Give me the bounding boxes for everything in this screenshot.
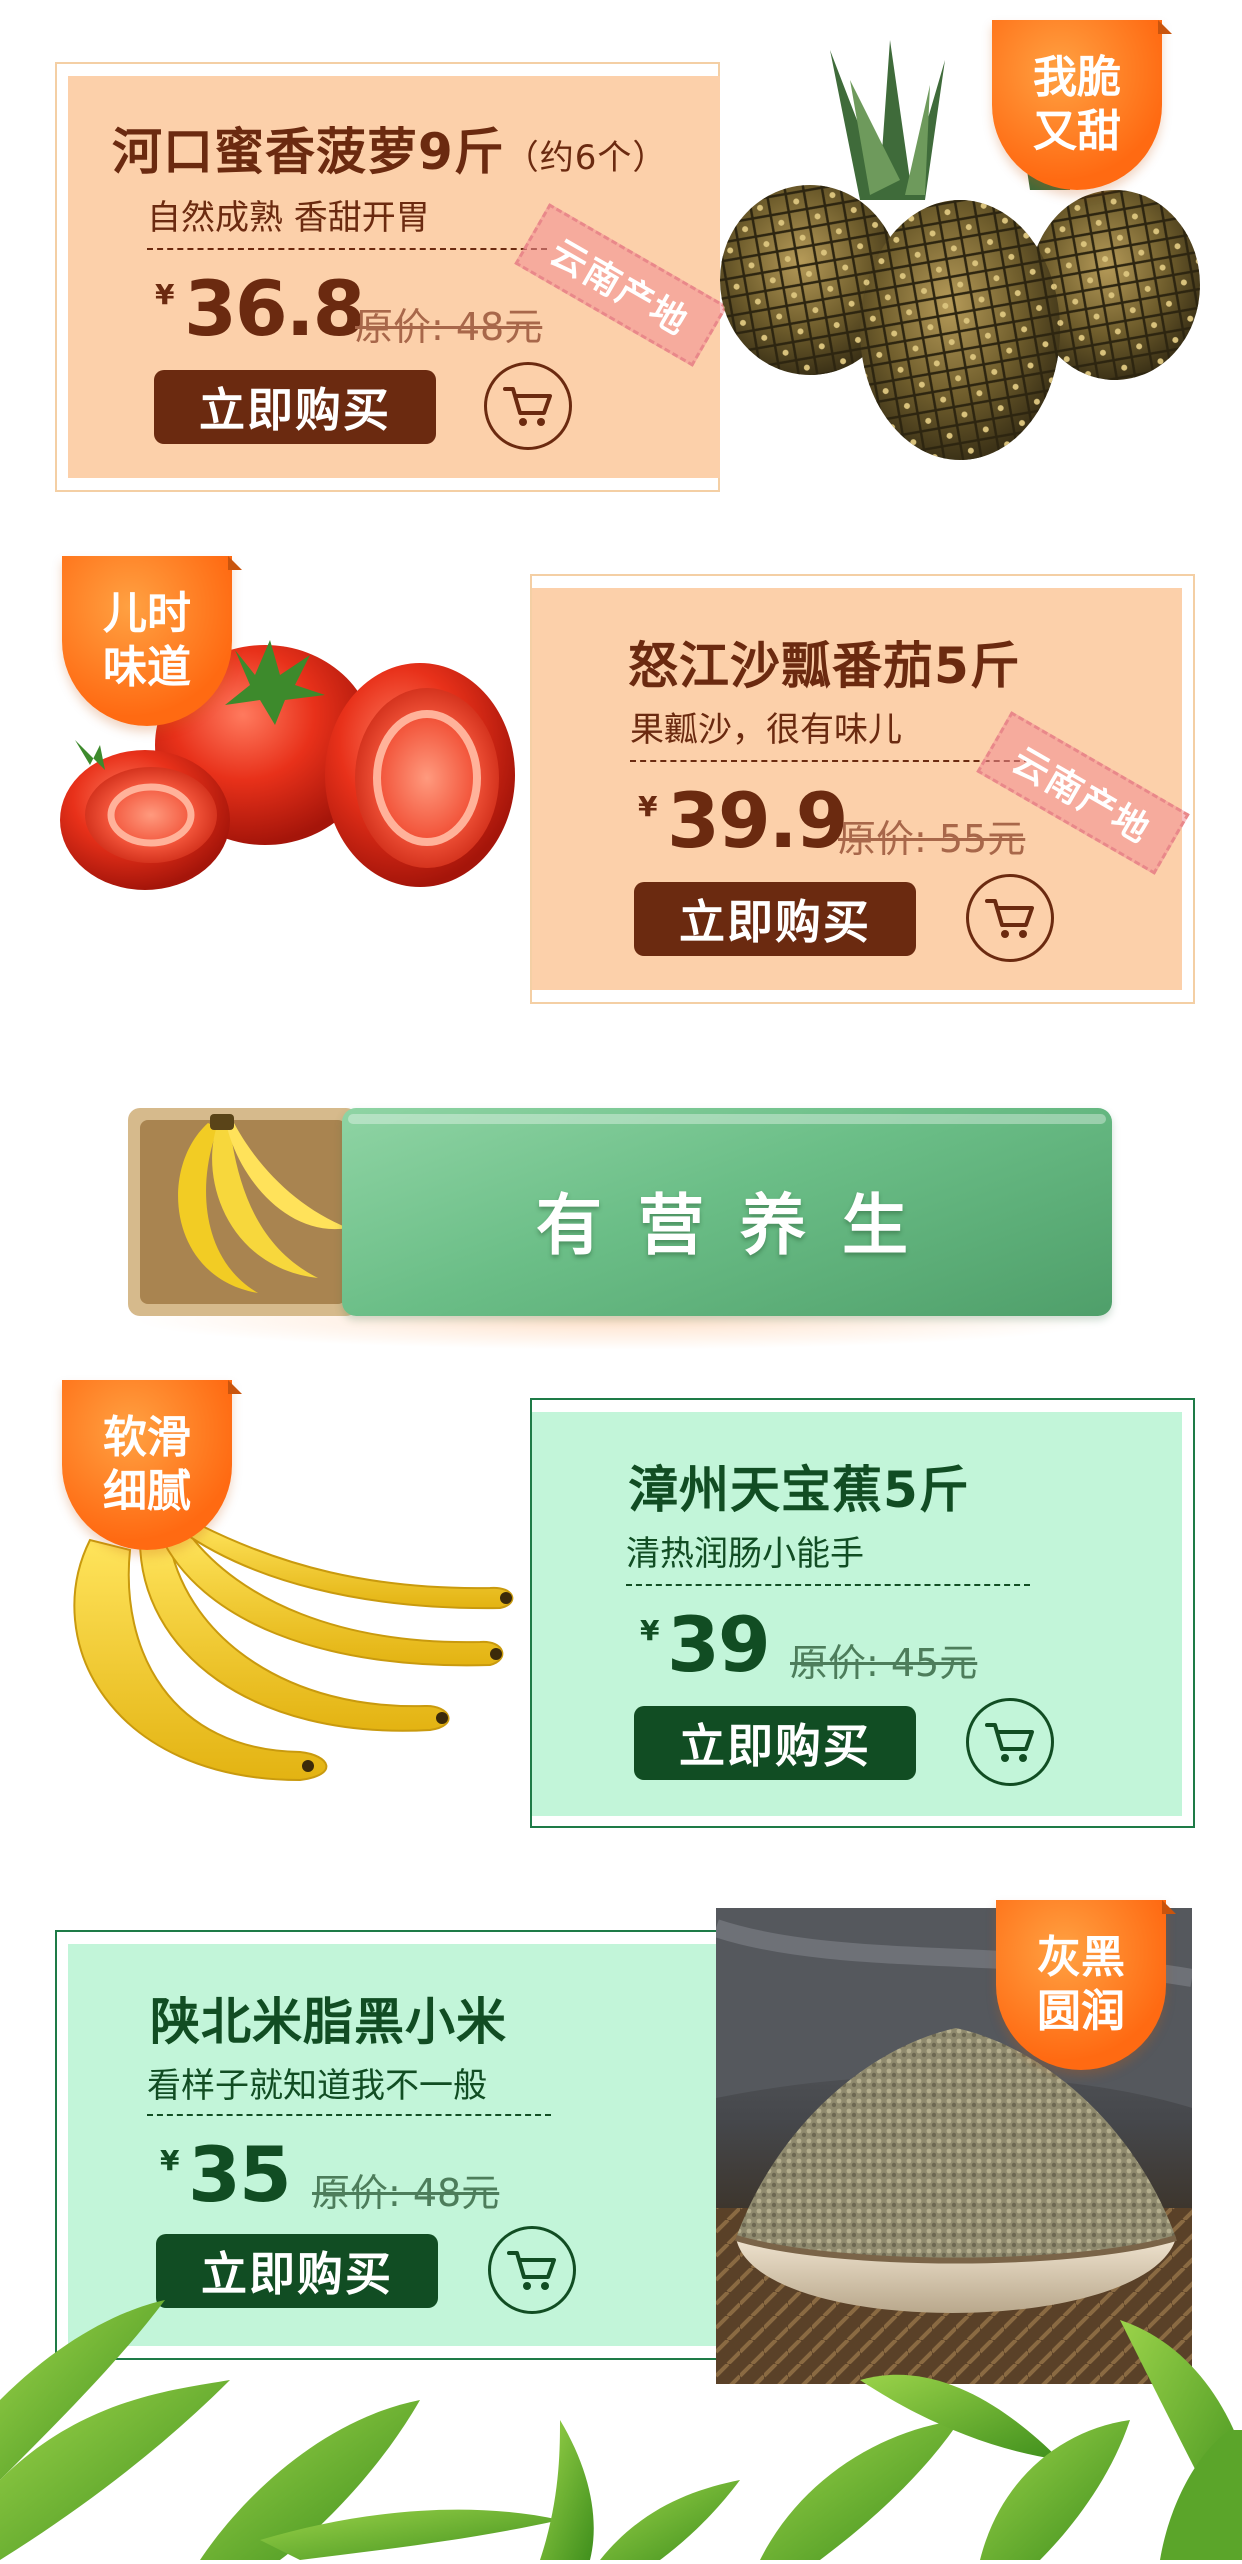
product-title: 河口蜜香菠萝9斤（约6个）: [112, 123, 668, 181]
product-title: 怒江沙瓢番茄5斤: [628, 637, 1021, 695]
buy-now-button[interactable]: 立即购买: [154, 370, 436, 444]
original-price: 原价: 48元: [355, 305, 543, 349]
currency-symbol: ¥: [638, 790, 658, 823]
product-price: 35: [188, 2130, 292, 2219]
feature-badge: 软滑 细腻: [62, 1380, 232, 1550]
dashed-divider: [630, 760, 1030, 762]
dashed-divider: [147, 2114, 551, 2116]
dashed-divider: [626, 1584, 1030, 1586]
product-subtitle: 清热润肠小能手: [626, 1534, 864, 1574]
product-subtitle: 果瓤沙，很有味儿: [630, 710, 902, 750]
shopping-cart-icon[interactable]: [966, 874, 1054, 962]
product-title: 陕北米脂黑小米: [150, 1993, 507, 2051]
dashed-divider: [147, 248, 547, 250]
banana-tray-icon: [128, 1108, 358, 1316]
product-price: 36.8: [184, 264, 366, 353]
currency-symbol: ¥: [160, 2144, 180, 2177]
original-price: 原价: 55元: [838, 817, 1026, 861]
product-title: 漳州天宝蕉5斤: [628, 1461, 970, 1519]
buy-now-button[interactable]: 立即购买: [634, 882, 916, 956]
product-subtitle: 自然成熟 香甜开胃: [147, 198, 430, 238]
leaf-decoration: [0, 2280, 1242, 2560]
original-price: 原价: 45元: [790, 1641, 978, 1685]
product-subtitle: 看样子就知道我不一般: [147, 2066, 487, 2106]
product-price: 39: [667, 1600, 771, 1689]
currency-symbol: ¥: [155, 278, 175, 311]
feature-badge: 我脆 又甜: [992, 20, 1162, 190]
buy-now-button[interactable]: 立即购买: [634, 1706, 916, 1780]
original-price: 原价: 48元: [312, 2171, 500, 2215]
shopping-cart-icon[interactable]: [966, 1698, 1054, 1786]
product-price: 39.9: [667, 776, 849, 865]
banner-title: 有营养生: [536, 1187, 944, 1264]
feature-badge: 灰黑 圆润: [996, 1900, 1166, 2070]
currency-symbol: ¥: [640, 1614, 660, 1647]
shopping-cart-icon[interactable]: [484, 362, 572, 450]
feature-badge: 儿时 味道: [62, 556, 232, 726]
